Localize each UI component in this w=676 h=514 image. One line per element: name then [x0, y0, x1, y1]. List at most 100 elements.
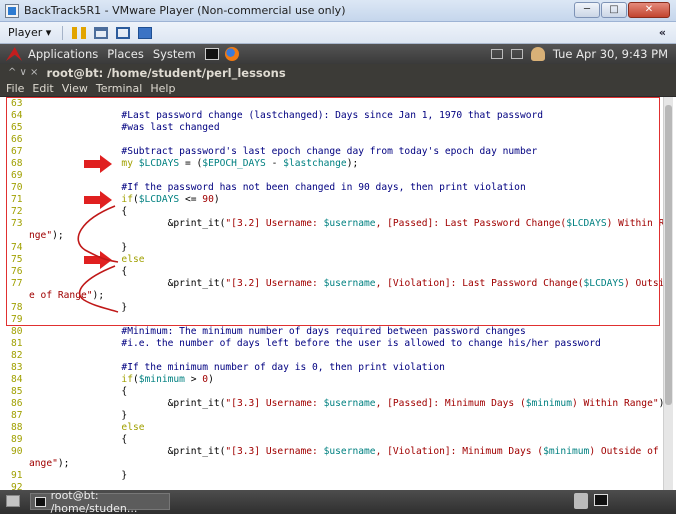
show-desktop-icon[interactable] — [6, 495, 20, 507]
close-button[interactable]: ✕ — [628, 2, 670, 18]
line-number: 70 — [11, 182, 23, 193]
annotation-curve-lines — [77, 205, 119, 313]
network-devices-icon[interactable] — [94, 26, 109, 39]
line-number: 72 — [11, 206, 23, 217]
code-line: 91 } — [3, 470, 663, 482]
network-icon[interactable] — [490, 49, 503, 59]
code-line: ange"); — [3, 458, 663, 470]
line-number: 64 — [11, 110, 23, 121]
mail-icon[interactable] — [510, 49, 523, 59]
applications-menu[interactable]: Applications — [28, 47, 98, 61]
line-number: 90 — [11, 446, 23, 457]
line-number: 89 — [11, 434, 23, 445]
code-token: 90 — [202, 194, 214, 205]
line-number: 83 — [11, 362, 23, 373]
menu-help[interactable]: Help — [150, 82, 175, 95]
terminal-scrollbar[interactable] — [663, 97, 673, 490]
taskbar-terminal-button[interactable]: root@bt: /home/studen... — [30, 489, 170, 514]
code-token: #was last changed — [29, 122, 220, 133]
code-token: $lastchange — [283, 158, 347, 169]
menu-terminal[interactable]: Terminal — [96, 82, 143, 95]
toolbar-divider — [62, 25, 64, 40]
places-menu[interactable]: Places — [107, 47, 144, 61]
terminal-icon — [35, 496, 46, 507]
code-token: if — [29, 374, 133, 385]
code-token: <= — [179, 194, 203, 205]
collapse-toolbar-icon[interactable]: « — [659, 26, 666, 39]
line-number: 79 — [11, 314, 23, 325]
panel-clock[interactable]: Tue Apr 30, 9:43 PM — [553, 47, 668, 61]
code-token: } — [29, 410, 128, 421]
code-token: $LCDAYS — [138, 194, 180, 205]
code-token: ) — [213, 194, 220, 205]
system-menu[interactable]: System — [153, 47, 196, 61]
line-number: 82 — [11, 350, 23, 361]
taskbar-terminal-label: root@bt: /home/studen... — [50, 488, 138, 514]
code-token: ) — [208, 374, 214, 385]
code-token: $username — [323, 278, 376, 289]
minimize-button[interactable]: ─ — [574, 2, 600, 18]
line-number: 80 — [11, 326, 23, 337]
code-token: ) Outside of R — [589, 446, 663, 457]
bottom-taskbar: root@bt: /home/studen... — [0, 489, 676, 514]
maximize-button[interactable]: □ — [601, 2, 627, 18]
pause-icon[interactable] — [72, 26, 87, 39]
terminal-window-title: root@bt: /home/student/perl_lessons — [46, 65, 286, 80]
terminal-title-bar: ^ ∨ × root@bt: /home/student/perl_lesson… — [0, 64, 676, 81]
terminal-launcher-icon[interactable] — [204, 48, 219, 60]
player-menu-button[interactable]: Player ▾ — [0, 26, 57, 39]
line-number: 68 — [11, 158, 23, 169]
line-number: 92 — [11, 482, 23, 490]
code-token: &print_it( — [29, 398, 226, 409]
code-token: "[3.3] Username: — [225, 398, 324, 409]
code-line: 83 #If the minimum number of day is 0, t… — [3, 362, 663, 374]
unity-icon[interactable] — [138, 26, 153, 39]
line-number: 78 — [11, 302, 23, 313]
code-token: "[3.2] Username: — [225, 278, 324, 289]
line-number: 86 — [11, 398, 23, 409]
terminal-window-controls[interactable]: ^ ∨ × — [8, 67, 38, 78]
code-token: , [Violation]: Last Password Change( — [375, 278, 584, 289]
code-token: &print_it( — [29, 446, 226, 457]
code-line: 80 #Minimum: The minimum number of days … — [3, 326, 663, 338]
code-token: "[3.3] Username: — [225, 446, 324, 457]
trash-icon[interactable] — [574, 493, 588, 509]
menu-view[interactable]: View — [62, 82, 88, 95]
code-line: 88 else — [3, 422, 663, 434]
code-token: $LCDAYS — [566, 218, 607, 229]
code-line: 63 — [3, 98, 663, 110]
line-number: 75 — [11, 254, 23, 265]
user-icon[interactable] — [530, 47, 545, 61]
code-token: $LCDAYS — [583, 278, 624, 289]
menu-edit[interactable]: Edit — [32, 82, 53, 95]
line-number: 73 — [11, 218, 23, 229]
code-line: 85 { — [3, 386, 663, 398]
line-number: 66 — [11, 134, 23, 145]
window-controls: ─ □ ✕ — [574, 2, 670, 18]
code-token: $username — [323, 218, 376, 229]
code-token: ) Outsid — [623, 278, 663, 289]
menu-file[interactable]: File — [6, 82, 24, 95]
code-line: 87 } — [3, 410, 663, 422]
workspace-switcher-icon[interactable] — [594, 494, 608, 506]
scrollbar-thumb[interactable] — [665, 105, 672, 405]
code-line: 64 #Last password change (lastchanged): … — [3, 110, 663, 122]
code-token: ); — [57, 458, 70, 469]
line-number: 88 — [11, 422, 23, 433]
firefox-icon[interactable] — [224, 47, 239, 61]
line-number: 65 — [11, 122, 23, 133]
code-token: $minimum — [138, 374, 185, 385]
line-number: 74 — [11, 242, 23, 253]
line-number: 69 — [11, 170, 23, 181]
terminal-menu-bar: File Edit View Terminal Help — [0, 81, 676, 97]
line-number: 87 — [11, 410, 23, 421]
vmware-window-title: BackTrack5R1 - VMware Player (Non-commer… — [24, 4, 346, 17]
fullscreen-icon[interactable] — [116, 26, 131, 39]
code-line: 66 — [3, 134, 663, 146]
code-token: ); — [346, 158, 359, 169]
backtrack-logo-icon[interactable] — [6, 47, 22, 61]
code-line: 90 &print_it("[3.3] Username: $username,… — [3, 446, 663, 458]
line-number: 77 — [11, 278, 23, 289]
code-token: { — [29, 386, 128, 397]
code-line: 86 &print_it("[3.3] Username: $username,… — [3, 398, 663, 410]
